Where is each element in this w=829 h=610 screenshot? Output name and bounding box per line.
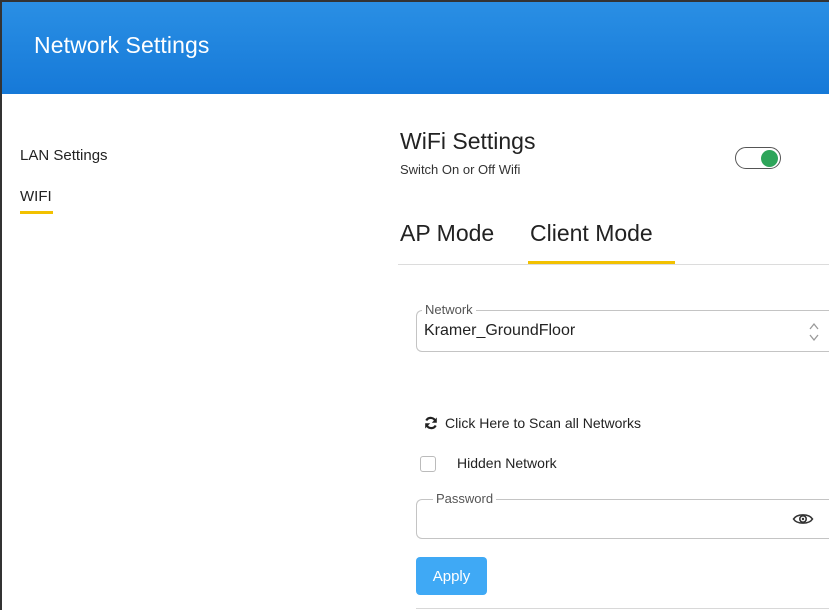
apply-button[interactable]: Apply	[416, 557, 487, 595]
tab-ap-mode[interactable]: AP Mode	[400, 220, 494, 247]
refresh-icon	[425, 416, 437, 430]
tab-client-mode[interactable]: Client Mode	[530, 220, 653, 247]
wifi-settings-subtitle: Switch On or Off Wifi	[400, 162, 521, 177]
wifi-toggle-knob	[761, 149, 778, 167]
scan-networks-label: Click Here to Scan all Networks	[445, 415, 642, 431]
hidden-network-checkbox[interactable]	[420, 456, 436, 472]
form-bottom-divider	[416, 608, 829, 609]
page-title: Network Settings	[34, 32, 210, 58]
sidebar-item-lan-settings[interactable]: LAN Settings	[20, 147, 108, 164]
tab-divider	[398, 264, 829, 265]
network-select-label: Network	[422, 302, 476, 317]
eye-icon[interactable]	[792, 511, 814, 527]
hidden-network-label: Hidden Network	[457, 455, 557, 471]
password-input-label: Password	[433, 491, 497, 506]
sidebar-active-indicator	[20, 211, 53, 214]
app-header: Network Settings	[2, 2, 829, 94]
scan-networks-link[interactable]: Click Here to Scan all Networks	[424, 415, 641, 431]
network-select-value: Kramer_GroundFloor	[424, 322, 576, 339]
sidebar-item-wifi[interactable]: WIFI	[20, 188, 52, 205]
select-arrows-icon	[809, 322, 819, 342]
wifi-settings-title: WiFi Settings	[400, 128, 536, 154]
wifi-toggle[interactable]	[735, 147, 781, 169]
